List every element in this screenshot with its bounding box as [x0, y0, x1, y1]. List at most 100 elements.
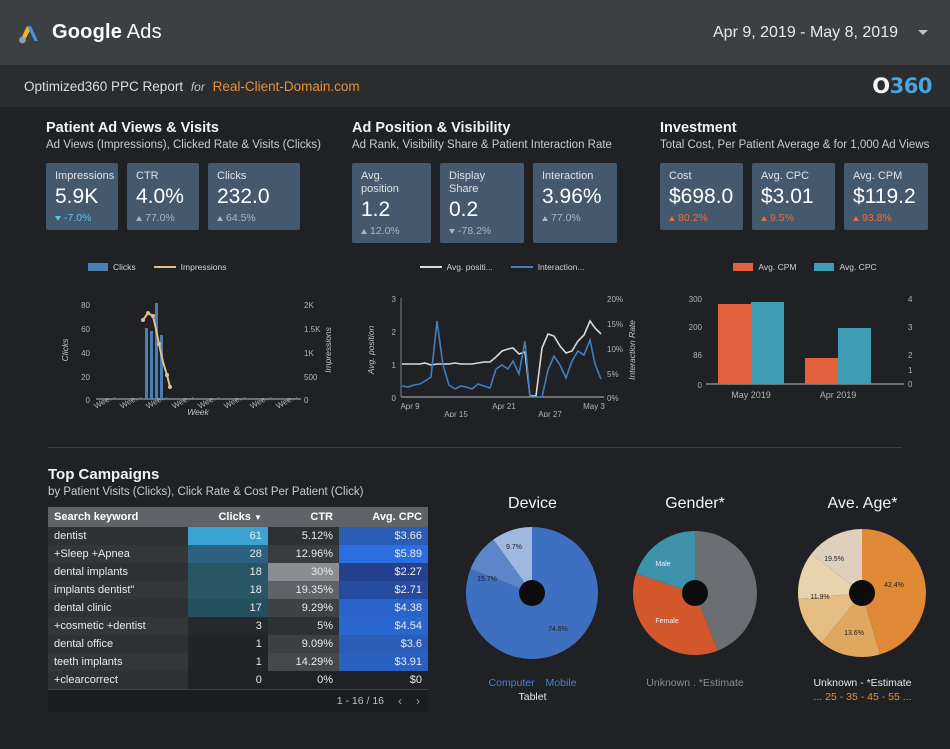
device-pie-chart[interactable]: Device 74.6% 15.7% 9.7% Computer Mobile … — [450, 495, 615, 704]
cell-clicks: 0 — [188, 671, 268, 689]
cell-clicks: 18 — [188, 581, 268, 599]
legend-item-clicks: Clicks — [88, 262, 136, 272]
gender-pie-chart[interactable]: Gender* Male Female Unknown . *Estimate — [615, 495, 775, 690]
cell-clicks: 3 — [188, 617, 268, 635]
kpi-card-ctr[interactable]: CTR 4.0% 77.0% — [127, 163, 199, 230]
panel-title: Investment — [660, 120, 737, 136]
top-bar: Google Ads Apr 9, 2019 - May 8, 2019 — [0, 0, 950, 65]
svg-text:Apr 15: Apr 15 — [444, 410, 468, 417]
cell-ctr: 5% — [267, 617, 339, 635]
o360-logo-360: 360 — [889, 74, 933, 98]
report-title-line: Optimized360 PPC Report for Real-Client-… — [24, 79, 360, 94]
legend-item-impressions: Impressions — [153, 262, 227, 272]
arrow-up-icon — [761, 215, 767, 221]
table-row[interactable]: teeth implants 1 14.29% $3.91 — [48, 653, 428, 671]
age-legend-line2[interactable]: ... 25 - 35 - 45 - 55 ... — [775, 690, 950, 704]
panel-investment: Investment Total Cost, Per Patient Avera… — [660, 120, 950, 230]
kpi-card-display-share[interactable]: Display Share 0.2 -78.2% — [440, 163, 524, 243]
kpi-card-avg-position[interactable]: Avg. position 1.2 12.0% — [352, 163, 431, 243]
panel-title: Ad Position & Visibility — [352, 120, 511, 136]
svg-text:500: 500 — [304, 373, 318, 382]
pie-title: Device — [508, 495, 557, 512]
legend-computer[interactable]: Computer — [489, 677, 535, 689]
age-legend-line1[interactable]: Unknown - *Estimate — [775, 676, 950, 690]
slice-value-unknown: 19.5% — [824, 556, 844, 563]
brand-ads: Ads — [126, 21, 162, 43]
arrow-up-icon — [361, 228, 367, 234]
chart2-canvas: 32 10 20%15% 10%5% 0% Apr 9 Apr 15 Apr 2 — [366, 295, 637, 419]
table-row[interactable]: dental implants 18 30% $2.27 — [48, 563, 428, 581]
table-row[interactable]: dental clinic 17 9.29% $4.38 — [48, 599, 428, 617]
age-pie-chart[interactable]: Ave. Age* 42.4% 13.6% 11.9% 19.5% Unknow… — [775, 495, 950, 704]
chevron-left-icon[interactable]: ‹ — [398, 694, 402, 708]
slice-value-35: 13.6% — [844, 630, 864, 637]
cpm-cpc-chart[interactable]: Avg. CPM Avg. CPC 300 200 86 0 43 20 1 M… — [660, 262, 950, 412]
date-range-dropdown-button[interactable] — [918, 0, 928, 65]
cell-ctr: 19.35% — [267, 581, 339, 599]
brand-google: Google — [52, 21, 123, 43]
cell-keyword: dental office — [48, 635, 188, 653]
pie-title: Gender* — [665, 495, 725, 512]
bar-cpm-may — [718, 304, 751, 384]
kpi-delta: -78.2% — [449, 225, 515, 237]
report-for-word: for — [190, 79, 205, 94]
kpi-delta-value: 9.5% — [770, 212, 794, 224]
svg-text:Wee...: Wee... — [249, 391, 273, 410]
svg-text:20: 20 — [81, 373, 90, 382]
section-divider — [48, 447, 902, 448]
bar-cpc-apr — [838, 328, 871, 384]
date-range-selector[interactable]: Apr 9, 2019 - May 8, 2019 — [713, 0, 898, 65]
cell-ctr: 0% — [267, 671, 339, 689]
kpi-panels-row: Patient Ad Views & Visits Ad Views (Impr… — [0, 120, 950, 243]
arrow-down-icon — [55, 215, 61, 221]
cell-ctr: 9.09% — [267, 635, 339, 653]
column-header-clicks[interactable]: Clicks ▼ — [188, 507, 268, 527]
kpi-label: Interaction — [542, 170, 594, 182]
kpi-card-avg-cpc[interactable]: Avg. CPC $3.01 9.5% — [752, 163, 835, 230]
table-row[interactable]: dental office 1 9.09% $3.6 — [48, 635, 428, 653]
kpi-card-interaction[interactable]: Interaction 3.96% 77.0% — [533, 163, 617, 243]
legend-tablet[interactable]: Tablet — [450, 690, 615, 704]
cell-ctr: 9.29% — [267, 599, 339, 617]
chart1-canvas: 8060 4020 0 2K1.5K 1K500 0 Wee... Wee...… — [60, 301, 333, 417]
legend-label: Clicks — [113, 262, 136, 272]
kpi-card-avg-cpm[interactable]: Avg. CPM $119.2 93.8% — [844, 163, 928, 230]
table-row[interactable]: +Sleep +Apnea 28 12.96% $5.89 — [48, 545, 428, 563]
cell-clicks: 28 — [188, 545, 268, 563]
cell-cpc: $3.66 — [338, 527, 428, 545]
kpi-label: Avg. CPC — [761, 170, 810, 182]
cell-ctr: 30% — [267, 563, 339, 581]
legend-item-avg-position: Avg. positi... — [419, 262, 493, 272]
kpi-delta: 77.0% — [136, 212, 190, 224]
table-header-row: Search keyword Clicks ▼ CTR Avg. CPC — [48, 507, 428, 527]
kpi-delta-value: -7.0% — [64, 212, 92, 224]
legend-label: Avg. positi... — [446, 262, 493, 272]
chevron-down-icon — [918, 30, 928, 35]
kpi-card-group: Cost $698.0 80.2% Avg. CPC $3.01 9.5% Av… — [660, 163, 950, 230]
gender-legend[interactable]: Unknown . *Estimate — [615, 676, 775, 690]
kpi-card-impressions[interactable]: Impressions 5.9K -7.0% — [46, 163, 118, 230]
column-header-avg-cpc[interactable]: Avg. CPC — [338, 507, 428, 527]
svg-text:40: 40 — [81, 349, 90, 358]
svg-text:Wee...: Wee... — [119, 391, 143, 410]
clicks-impressions-chart[interactable]: Clicks Impressions 80 60 40 20 0 2K 1.5K 1K… — [46, 262, 346, 422]
legend-mobile[interactable]: Mobile — [546, 677, 577, 689]
kpi-card-clicks[interactable]: Clicks 232.0 64.5% — [208, 163, 300, 230]
position-interaction-chart[interactable]: Avg. positi... Interaction... 3 2 1 0 20% 1… — [352, 262, 652, 422]
legend-line-icon — [153, 266, 176, 268]
table-row[interactable]: +cosmetic +dentist 3 5% $4.54 — [48, 617, 428, 635]
chevron-right-icon[interactable]: › — [416, 694, 420, 708]
kpi-card-cost[interactable]: Cost $698.0 80.2% — [660, 163, 743, 230]
cell-ctr: 14.29% — [267, 653, 339, 671]
kpi-value: 5.9K — [55, 185, 99, 208]
table-row[interactable]: dentist 61 5.12% $3.66 — [48, 527, 428, 545]
table-row[interactable]: implants dentist" 18 19.35% $2.71 — [48, 581, 428, 599]
arrow-up-icon — [669, 215, 675, 221]
column-header-ctr[interactable]: CTR — [267, 507, 339, 527]
table-row[interactable]: +clearcorrect 0 0% $0 — [48, 671, 428, 689]
column-header-search-keyword[interactable]: Search keyword — [48, 507, 188, 527]
top-campaigns-section: Top Campaigns by Patient Visits (Clicks)… — [48, 466, 434, 712]
kpi-delta-value: -78.2% — [458, 225, 492, 237]
svg-text:Wee...: Wee... — [275, 391, 299, 410]
slice-value-25: 42.4% — [884, 582, 904, 589]
